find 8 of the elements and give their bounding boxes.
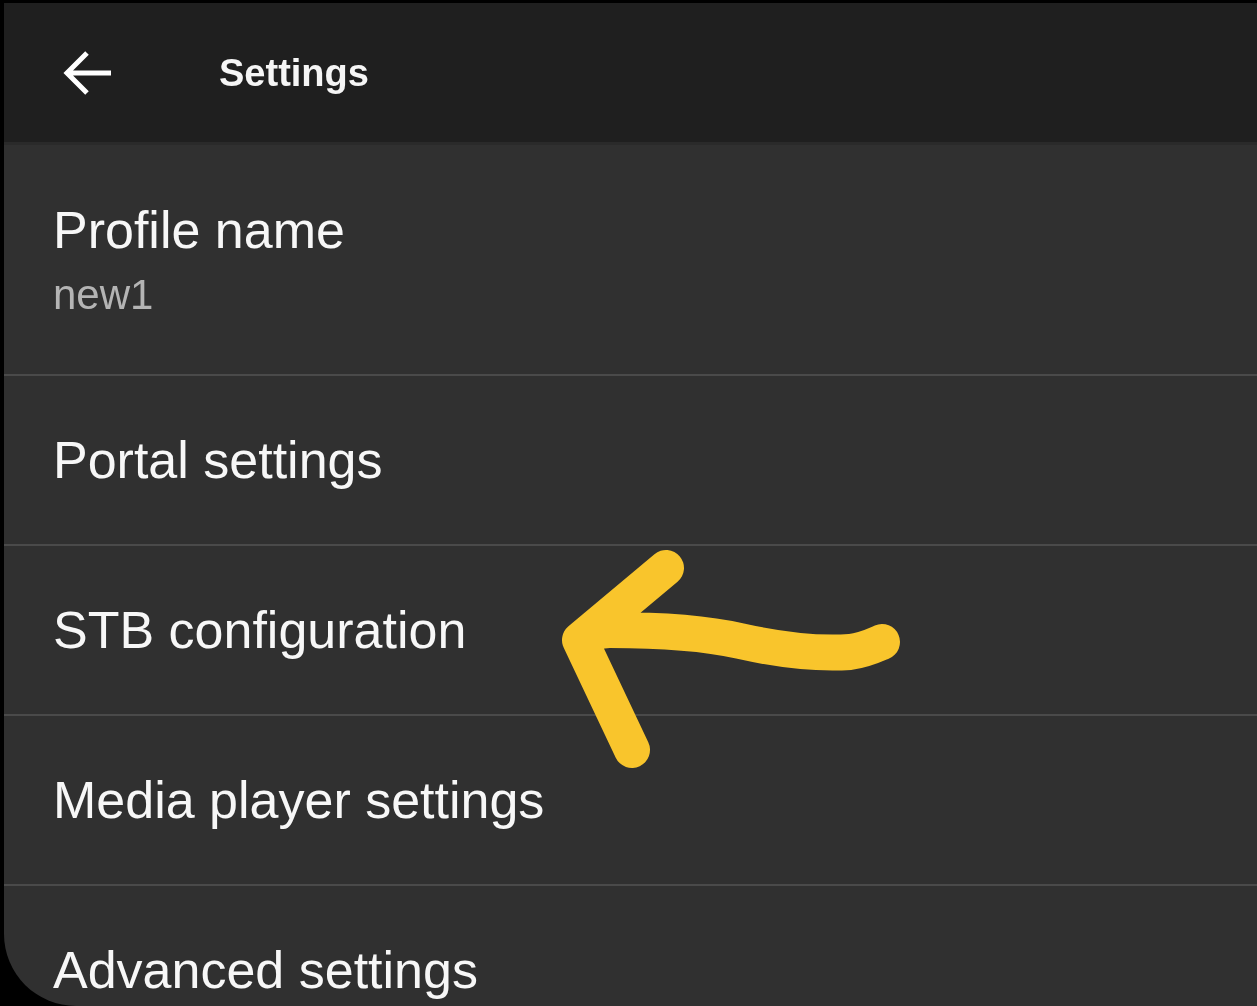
settings-item[interactable]: Media player settings (53, 770, 545, 830)
page-title: Settings (219, 50, 369, 96)
item-value: new1 (53, 270, 154, 320)
settings-item[interactable]: Advanced settings (53, 940, 478, 1000)
settings-item[interactable]: Profile name (53, 200, 345, 260)
settings-item[interactable]: STB configuration (53, 600, 467, 660)
settings-item[interactable]: Portal settings (53, 430, 383, 490)
back-arrow-icon[interactable] (62, 49, 112, 96)
